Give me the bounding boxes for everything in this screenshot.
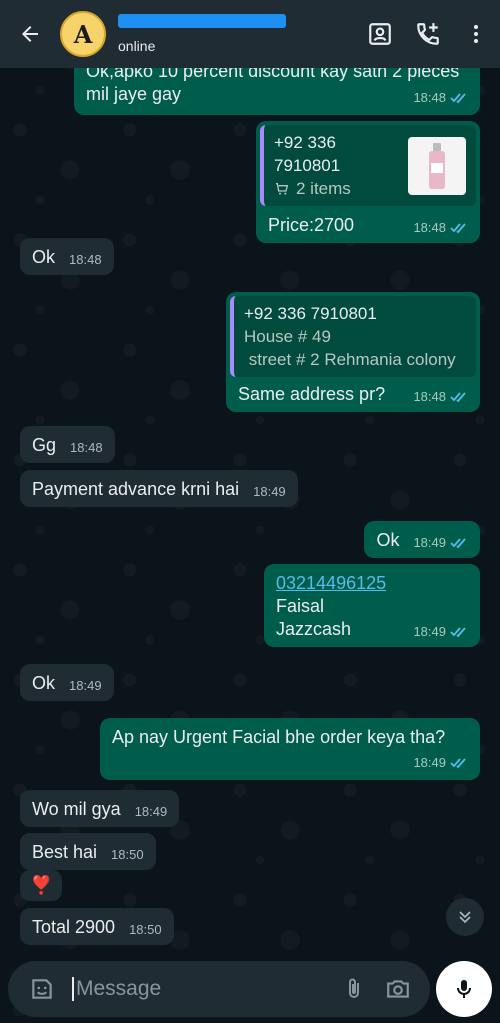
sticker-icon	[32, 978, 52, 999]
message-text: Wo mil gya	[32, 799, 121, 819]
message-time: 18:48	[70, 440, 103, 455]
message-time: 18:48	[413, 220, 446, 235]
double-check-icon	[450, 222, 466, 233]
message-outgoing[interactable]: Ok,apko 10 percent discount kay sath 2 p…	[74, 68, 480, 115]
double-check-icon	[450, 391, 466, 402]
message-outgoing[interactable]: Ok 18:49	[364, 521, 480, 558]
quote-address-line: House # 49	[244, 327, 331, 346]
scroll-to-bottom-button[interactable]	[446, 898, 484, 936]
message-time: 18:50	[111, 847, 144, 862]
quote-items: 2 items	[296, 179, 351, 198]
chat-header: A online	[0, 0, 500, 68]
double-check-icon	[450, 626, 466, 637]
quote-phone: +92 336 7910801	[244, 304, 377, 323]
message-outgoing-order[interactable]: +92 336 7910801 2 items Price:2700 18:48	[256, 121, 480, 243]
message-incoming[interactable]: Ok 18:49	[20, 664, 114, 701]
message-time: 18:50	[129, 922, 162, 937]
message-text: Ap nay Urgent Facial bhe order keya tha?	[112, 727, 446, 747]
message-time: 18:49	[134, 804, 168, 819]
message-text: Faisal	[276, 596, 325, 616]
message-text: Same address pr?	[238, 384, 386, 404]
mic-icon	[457, 979, 471, 998]
contact-card-button[interactable]	[356, 10, 404, 58]
message-time: 18:48	[69, 252, 102, 267]
message-time: 18:49	[413, 624, 446, 639]
camera-icon	[387, 979, 409, 998]
message-outgoing-payment[interactable]: 03214496125 Faisal Jazzcash 18:49	[264, 564, 480, 647]
quoted-address[interactable]: +92 336 7910801 House # 49 street # 2 Re…	[230, 296, 476, 377]
add-call-icon	[417, 23, 439, 45]
heart-exclamation-emoji: ❣️	[30, 875, 53, 895]
message-incoming-emoji[interactable]: ❣️	[20, 870, 63, 901]
message-outgoing[interactable]: Ap nay Urgent Facial bhe order keya tha?…	[100, 718, 480, 780]
message-time: 18:49	[413, 755, 446, 770]
message-text: Best hai	[32, 842, 98, 862]
phone-link[interactable]: 03214496125	[276, 572, 468, 595]
voice-message-button[interactable]	[436, 960, 492, 1017]
back-arrow-icon	[22, 26, 38, 42]
message-text: Total 2900	[32, 917, 116, 937]
quoted-order[interactable]: +92 336 7910801 2 items	[260, 125, 476, 206]
double-check-icon	[450, 92, 466, 103]
message-incoming[interactable]: Best hai 18:50	[20, 833, 156, 870]
contact-card-icon	[369, 23, 391, 45]
message-text: Ok	[376, 530, 400, 550]
quote-address-line: street # 2 Rehmania colony	[244, 350, 456, 369]
message-text: Ok	[32, 247, 56, 267]
back-button[interactable]	[8, 12, 52, 56]
contact-name-redacted	[118, 14, 286, 28]
more-options-button[interactable]	[452, 10, 500, 58]
cart-icon	[276, 182, 289, 195]
sticker-button[interactable]	[20, 967, 64, 1011]
message-text: Jazzcash	[276, 619, 352, 639]
quote-phone: +92 336 7910801	[274, 133, 341, 175]
more-vert-icon	[474, 25, 478, 43]
message-time: 18:49	[69, 678, 102, 693]
double-check-icon	[450, 537, 466, 548]
composer: Message	[0, 954, 500, 1023]
avatar-letter: A	[73, 19, 93, 49]
message-time: 18:49	[413, 535, 446, 550]
message-incoming[interactable]: Payment advance krni hai 18:49	[20, 470, 298, 507]
message-input[interactable]: Message	[72, 976, 332, 1001]
message-list[interactable]: Ok,apko 10 percent discount kay sath 2 p…	[0, 68, 500, 954]
message-outgoing-address[interactable]: +92 336 7910801 House # 49 street # 2 Re…	[226, 292, 480, 412]
attach-icon	[349, 978, 359, 998]
message-incoming[interactable]: Wo mil gya 18:49	[20, 790, 180, 827]
chevron-down-double-icon	[459, 911, 471, 924]
spray-bottle-icon	[429, 142, 446, 189]
message-field[interactable]: Message	[8, 960, 430, 1017]
add-call-button[interactable]	[404, 10, 452, 58]
message-time: 18:48	[413, 389, 446, 404]
product-thumbnail	[408, 136, 466, 195]
message-text: Ok	[32, 673, 56, 693]
contact-info[interactable]: online	[118, 14, 356, 54]
message-incoming[interactable]: Gg 18:48	[20, 426, 115, 463]
double-check-icon	[450, 757, 466, 768]
attach-button[interactable]	[332, 967, 376, 1011]
message-time: 18:49	[253, 484, 286, 499]
message-text: Gg	[32, 435, 57, 455]
message-time: 18:48	[413, 90, 446, 105]
message-text: Price:2700	[268, 215, 355, 235]
message-incoming[interactable]: Ok 18:48	[20, 238, 114, 275]
camera-button[interactable]	[376, 967, 420, 1011]
contact-status: online	[118, 38, 156, 54]
avatar[interactable]: A	[60, 11, 106, 57]
message-incoming[interactable]: Total 2900 18:50	[20, 908, 174, 945]
message-text: Payment advance krni hai	[32, 479, 240, 499]
